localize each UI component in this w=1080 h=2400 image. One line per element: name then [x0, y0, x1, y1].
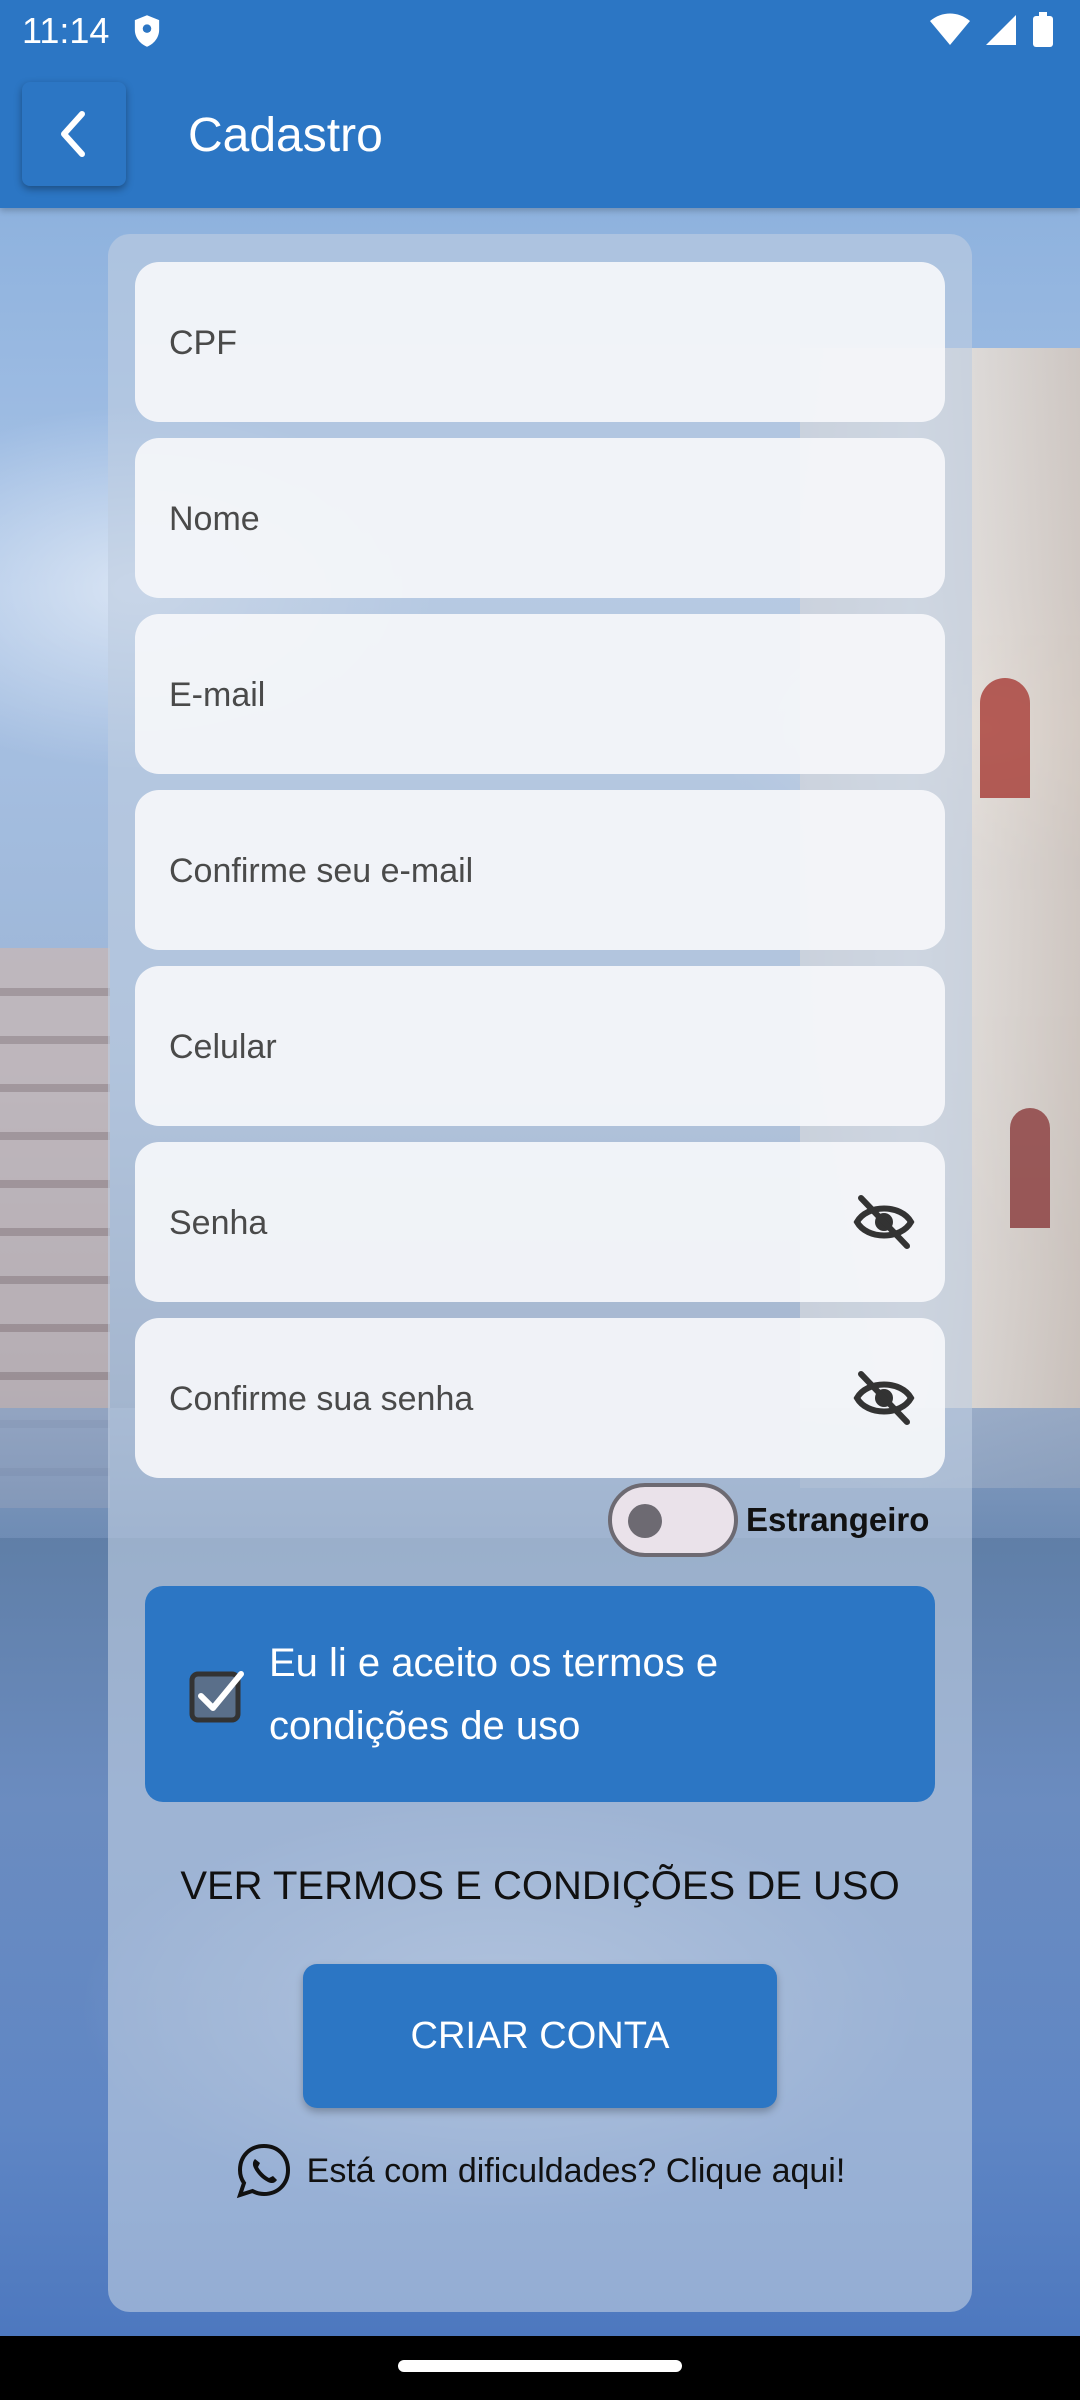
navigation-bar [0, 2336, 1080, 2400]
view-terms-link[interactable]: VER TERMOS E CONDIÇÕES DE USO [108, 1864, 972, 1909]
terms-accept-box[interactable]: Eu li e aceito os termos e condições de … [145, 1586, 935, 1802]
confirm-email-input[interactable] [167, 790, 821, 952]
name-input[interactable] [167, 438, 821, 600]
help-link[interactable]: Está com dificuldades? Clique aqui! [108, 2142, 972, 2200]
confirm-email-field[interactable] [135, 790, 945, 952]
checkbox-checked-icon[interactable] [189, 1668, 245, 1724]
phone-input[interactable] [167, 966, 821, 1128]
wifi-icon [930, 13, 970, 45]
arrow-back-icon [61, 111, 85, 157]
battery-icon [1033, 12, 1053, 47]
phone-field[interactable] [135, 966, 945, 1128]
toggle-thumb [628, 1504, 662, 1538]
cpf-input[interactable] [167, 262, 821, 424]
email-field[interactable] [135, 614, 945, 776]
create-account-button[interactable]: CRIAR CONTA [303, 1964, 777, 2108]
app-bar: 11:14 Cadastro [0, 0, 1080, 208]
shield-icon [134, 15, 160, 47]
email-input[interactable] [167, 614, 821, 776]
status-icons [930, 12, 1054, 48]
status-time: 11:14 [22, 10, 110, 51]
name-field[interactable] [135, 438, 945, 600]
password-input[interactable] [167, 1142, 821, 1304]
eye-off-icon[interactable] [853, 1192, 915, 1252]
whatsapp-icon [236, 2143, 290, 2199]
cpf-field[interactable] [135, 262, 945, 424]
foreign-toggle[interactable] [608, 1483, 738, 1557]
eye-off-icon[interactable] [853, 1368, 915, 1428]
help-text: Está com dificuldades? Clique aqui! [306, 2151, 846, 2190]
foreign-toggle-label: Estrangeiro [746, 1501, 930, 1538]
foreign-toggle-row: Estrangeiro [608, 1480, 929, 1560]
signal-icon [986, 15, 1016, 45]
back-button[interactable] [22, 82, 126, 186]
home-gesture-handle[interactable] [398, 2360, 682, 2372]
registration-card: Estrangeiro Eu li e aceito os termos e c… [108, 234, 972, 2312]
terms-accept-label: Eu li e aceito os termos e condições de … [269, 1641, 719, 1748]
password-field[interactable] [135, 1142, 945, 1304]
confirm-password-input[interactable] [167, 1318, 821, 1480]
status-bar: 11:14 [0, 0, 1080, 66]
confirm-password-field[interactable] [135, 1318, 945, 1480]
page-title: Cadastro [188, 109, 383, 162]
